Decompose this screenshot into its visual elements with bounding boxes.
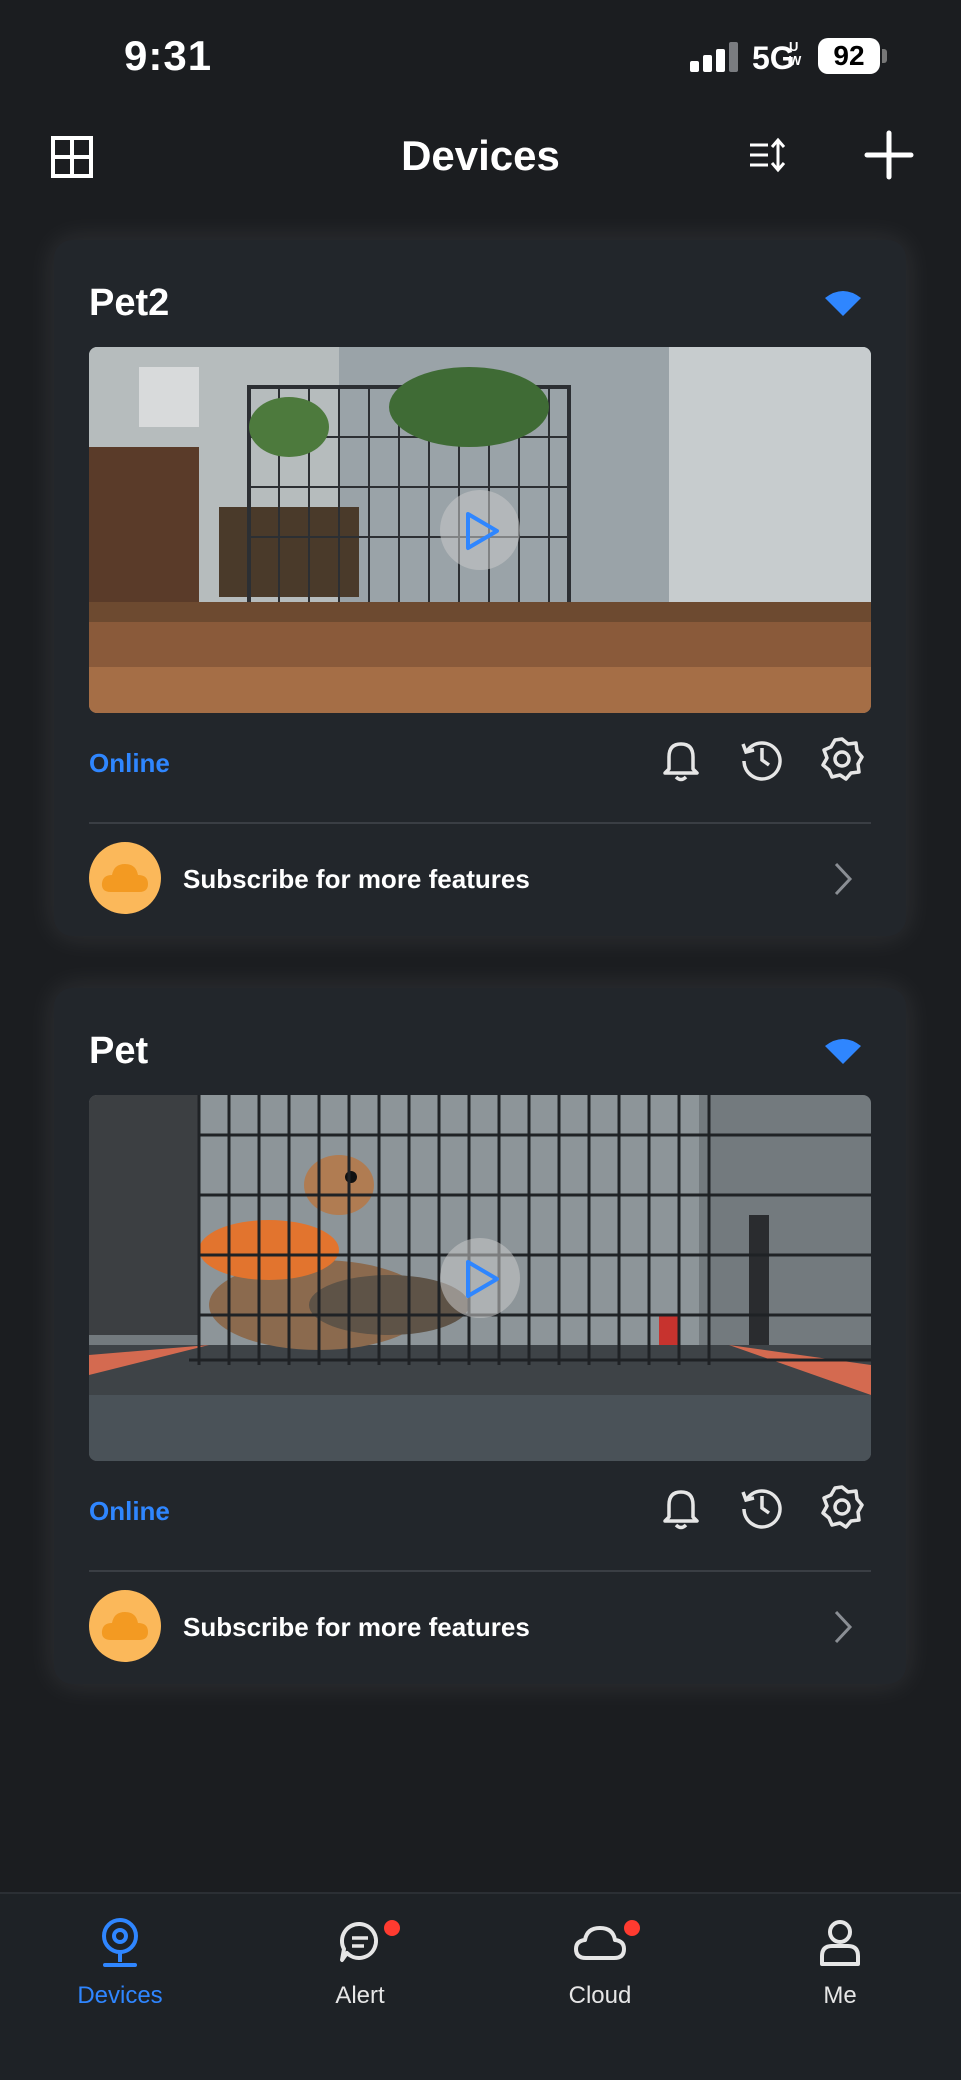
cloud-icon bbox=[574, 1926, 626, 1960]
nav-label: Cloud bbox=[568, 1982, 632, 2009]
play-button[interactable] bbox=[440, 490, 520, 570]
settings-icon[interactable] bbox=[818, 735, 866, 783]
page-title: Devices bbox=[401, 132, 560, 179]
header: Devices bbox=[0, 110, 961, 230]
subscribe-label: Subscribe for more features bbox=[183, 864, 530, 894]
sort-icon bbox=[750, 137, 786, 173]
nav-alert[interactable]: Alert bbox=[280, 1916, 440, 2016]
plus-icon bbox=[864, 130, 914, 180]
bell-icon[interactable] bbox=[657, 1483, 705, 1531]
status-time: 9:31 bbox=[124, 32, 213, 79]
message-icon bbox=[340, 1921, 378, 1962]
device-card[interactable]: Pet2 Online Subscribe for more features bbox=[54, 240, 906, 936]
bell-icon[interactable] bbox=[657, 735, 705, 783]
cloud-badge bbox=[89, 1590, 161, 1662]
status-bar: 9:31 5G UW 92 bbox=[0, 0, 961, 110]
play-button[interactable] bbox=[440, 1238, 520, 1318]
status-online: Online bbox=[89, 1496, 170, 1526]
add-device-button[interactable] bbox=[864, 130, 914, 180]
cloud-icon bbox=[101, 864, 148, 892]
device-card[interactable]: Pet Online Subscribe for more features bbox=[54, 988, 906, 1684]
camera-preview[interactable] bbox=[89, 347, 871, 713]
camera-icon bbox=[102, 1918, 138, 1967]
network-sup-label: UW bbox=[789, 39, 802, 68]
user-icon bbox=[820, 1920, 860, 1966]
history-icon[interactable] bbox=[738, 1483, 786, 1531]
subscribe-row[interactable]: Subscribe for more features bbox=[89, 840, 871, 916]
cloud-badge bbox=[89, 842, 161, 914]
history-icon[interactable] bbox=[738, 735, 786, 783]
wifi-icon bbox=[825, 291, 861, 316]
cloud-icon bbox=[101, 1612, 148, 1640]
wifi-icon bbox=[825, 1039, 861, 1064]
nav-label: Alert bbox=[335, 1982, 385, 2009]
signal-icon bbox=[690, 42, 742, 72]
battery-cap bbox=[882, 49, 887, 63]
chevron-right-icon bbox=[834, 862, 853, 896]
subscribe-row[interactable]: Subscribe for more features bbox=[89, 1588, 871, 1664]
divider bbox=[89, 822, 871, 824]
subscribe-label: Subscribe for more features bbox=[183, 1612, 530, 1642]
nav-me[interactable]: Me bbox=[760, 1916, 920, 2016]
alert-badge-dot bbox=[384, 1920, 400, 1936]
device-name: Pet2 bbox=[89, 282, 170, 324]
nav-label: Me bbox=[823, 1982, 857, 2009]
nav-devices[interactable]: Devices bbox=[40, 1916, 200, 2016]
sort-button[interactable] bbox=[748, 135, 788, 179]
nav-label: Devices bbox=[77, 1982, 163, 2009]
camera-preview[interactable] bbox=[89, 1095, 871, 1461]
cloud-badge-dot bbox=[624, 1920, 640, 1936]
bottom-nav: Devices Alert Cloud Me bbox=[0, 1892, 961, 2080]
play-icon bbox=[466, 1260, 499, 1298]
status-online: Online bbox=[89, 748, 170, 778]
chevron-right-icon bbox=[834, 1610, 853, 1644]
device-name: Pet bbox=[89, 1030, 149, 1072]
divider bbox=[89, 1570, 871, 1572]
nav-cloud[interactable]: Cloud bbox=[520, 1916, 680, 2016]
battery-level: 92 bbox=[818, 38, 880, 74]
play-icon bbox=[466, 512, 499, 550]
settings-icon[interactable] bbox=[818, 1483, 866, 1531]
